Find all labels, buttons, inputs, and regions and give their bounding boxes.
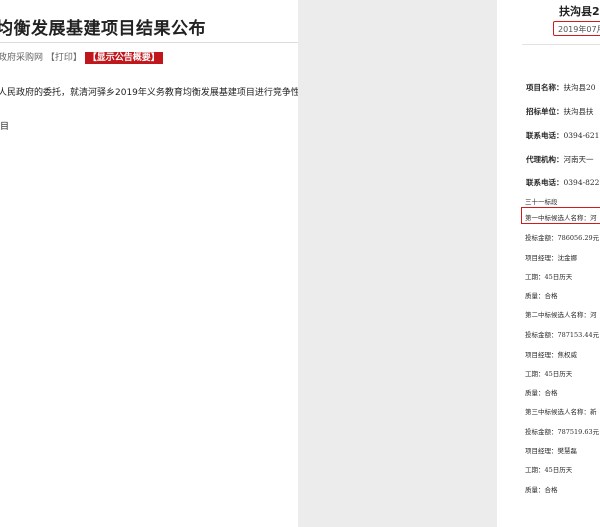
notice-date: 2019年07月 — [553, 21, 600, 36]
candidate-line: 质量：合格 — [525, 486, 558, 494]
phone-label-2: 联系电话： — [526, 178, 564, 187]
candidate-line: 投标金额：787153.44元 — [525, 331, 600, 339]
agency-label: 代理机构： — [526, 155, 564, 164]
phone-row-1: 联系电话：0394-621 — [526, 130, 599, 141]
tender-unit-value: 扶沟县扶 — [563, 107, 594, 116]
project-name-value: 扶沟县20 — [563, 83, 596, 92]
candidate-line: 工期：45日历天 — [525, 273, 573, 281]
candidate-line: 第三中标候选人名称：新 — [525, 408, 597, 416]
article-panel: 均衡发展基建项目结果公布 政府采购网 【打印】 【显示公告概要】 人民政府的委托… — [0, 0, 298, 527]
article-meta: 政府采购网 【打印】 【显示公告概要】 — [0, 50, 163, 64]
phone-row-2: 联系电话：0394-822 — [526, 177, 599, 188]
candidate-line: 第二中标候选人名称：河 — [525, 311, 597, 319]
notice-title: 扶沟县2 — [559, 5, 600, 18]
candidate-line: 质量：合格 — [525, 292, 558, 300]
phone-value-1: 0394-621 — [563, 131, 600, 140]
article-title: 均衡发展基建项目结果公布 — [0, 19, 206, 39]
candidate-line: 质量：合格 — [525, 389, 558, 397]
candidate-line: 投标金额：786056.29元 — [525, 234, 600, 242]
tender-unit-label: 招标单位： — [526, 107, 564, 116]
candidate-line: 投标金额：787519.63元 — [525, 428, 600, 436]
phone-label-1: 联系电话： — [526, 131, 564, 140]
candidate-line: 第一中标候选人名称：河 — [525, 214, 597, 222]
agency-row: 代理机构：河南天一 — [526, 154, 594, 165]
tender-unit-row: 招标单位：扶沟县扶 — [526, 106, 594, 117]
project-name-label: 项目名称： — [526, 83, 564, 92]
candidate-line: 工期：45日历天 — [525, 466, 573, 474]
source-link[interactable]: 政府采购网 — [0, 53, 43, 63]
section-label: 三十一标段 — [525, 198, 558, 206]
phone-value-2: 0394-822 — [563, 178, 600, 187]
project-name-row: 项目名称：扶沟县20 — [526, 82, 596, 93]
article-paragraph-2: 目 — [0, 122, 10, 132]
notice-divider — [522, 44, 600, 45]
candidate-line: 项目经理：焦权威 — [525, 351, 577, 359]
summary-button[interactable]: 【显示公告概要】 — [84, 52, 163, 64]
candidate-line: 项目经理：樊慧磊 — [525, 447, 577, 455]
print-link[interactable]: 【打印】 — [46, 53, 82, 63]
agency-value: 河南天一 — [563, 155, 594, 164]
notice-image-panel: 扶沟县2 2019年07月 项目名称：扶沟县20 招标单位：扶沟县扶 联系电话：… — [497, 0, 600, 527]
candidate-line: 项目经理：沈金娜 — [525, 254, 577, 262]
article-paragraph: 人民政府的委托，就清河驿乡2019年义务教育均衡发展基建项目进行竞争性谈判，现就… — [0, 88, 298, 98]
candidate-line: 工期：45日历天 — [525, 370, 573, 378]
title-divider — [0, 42, 298, 43]
